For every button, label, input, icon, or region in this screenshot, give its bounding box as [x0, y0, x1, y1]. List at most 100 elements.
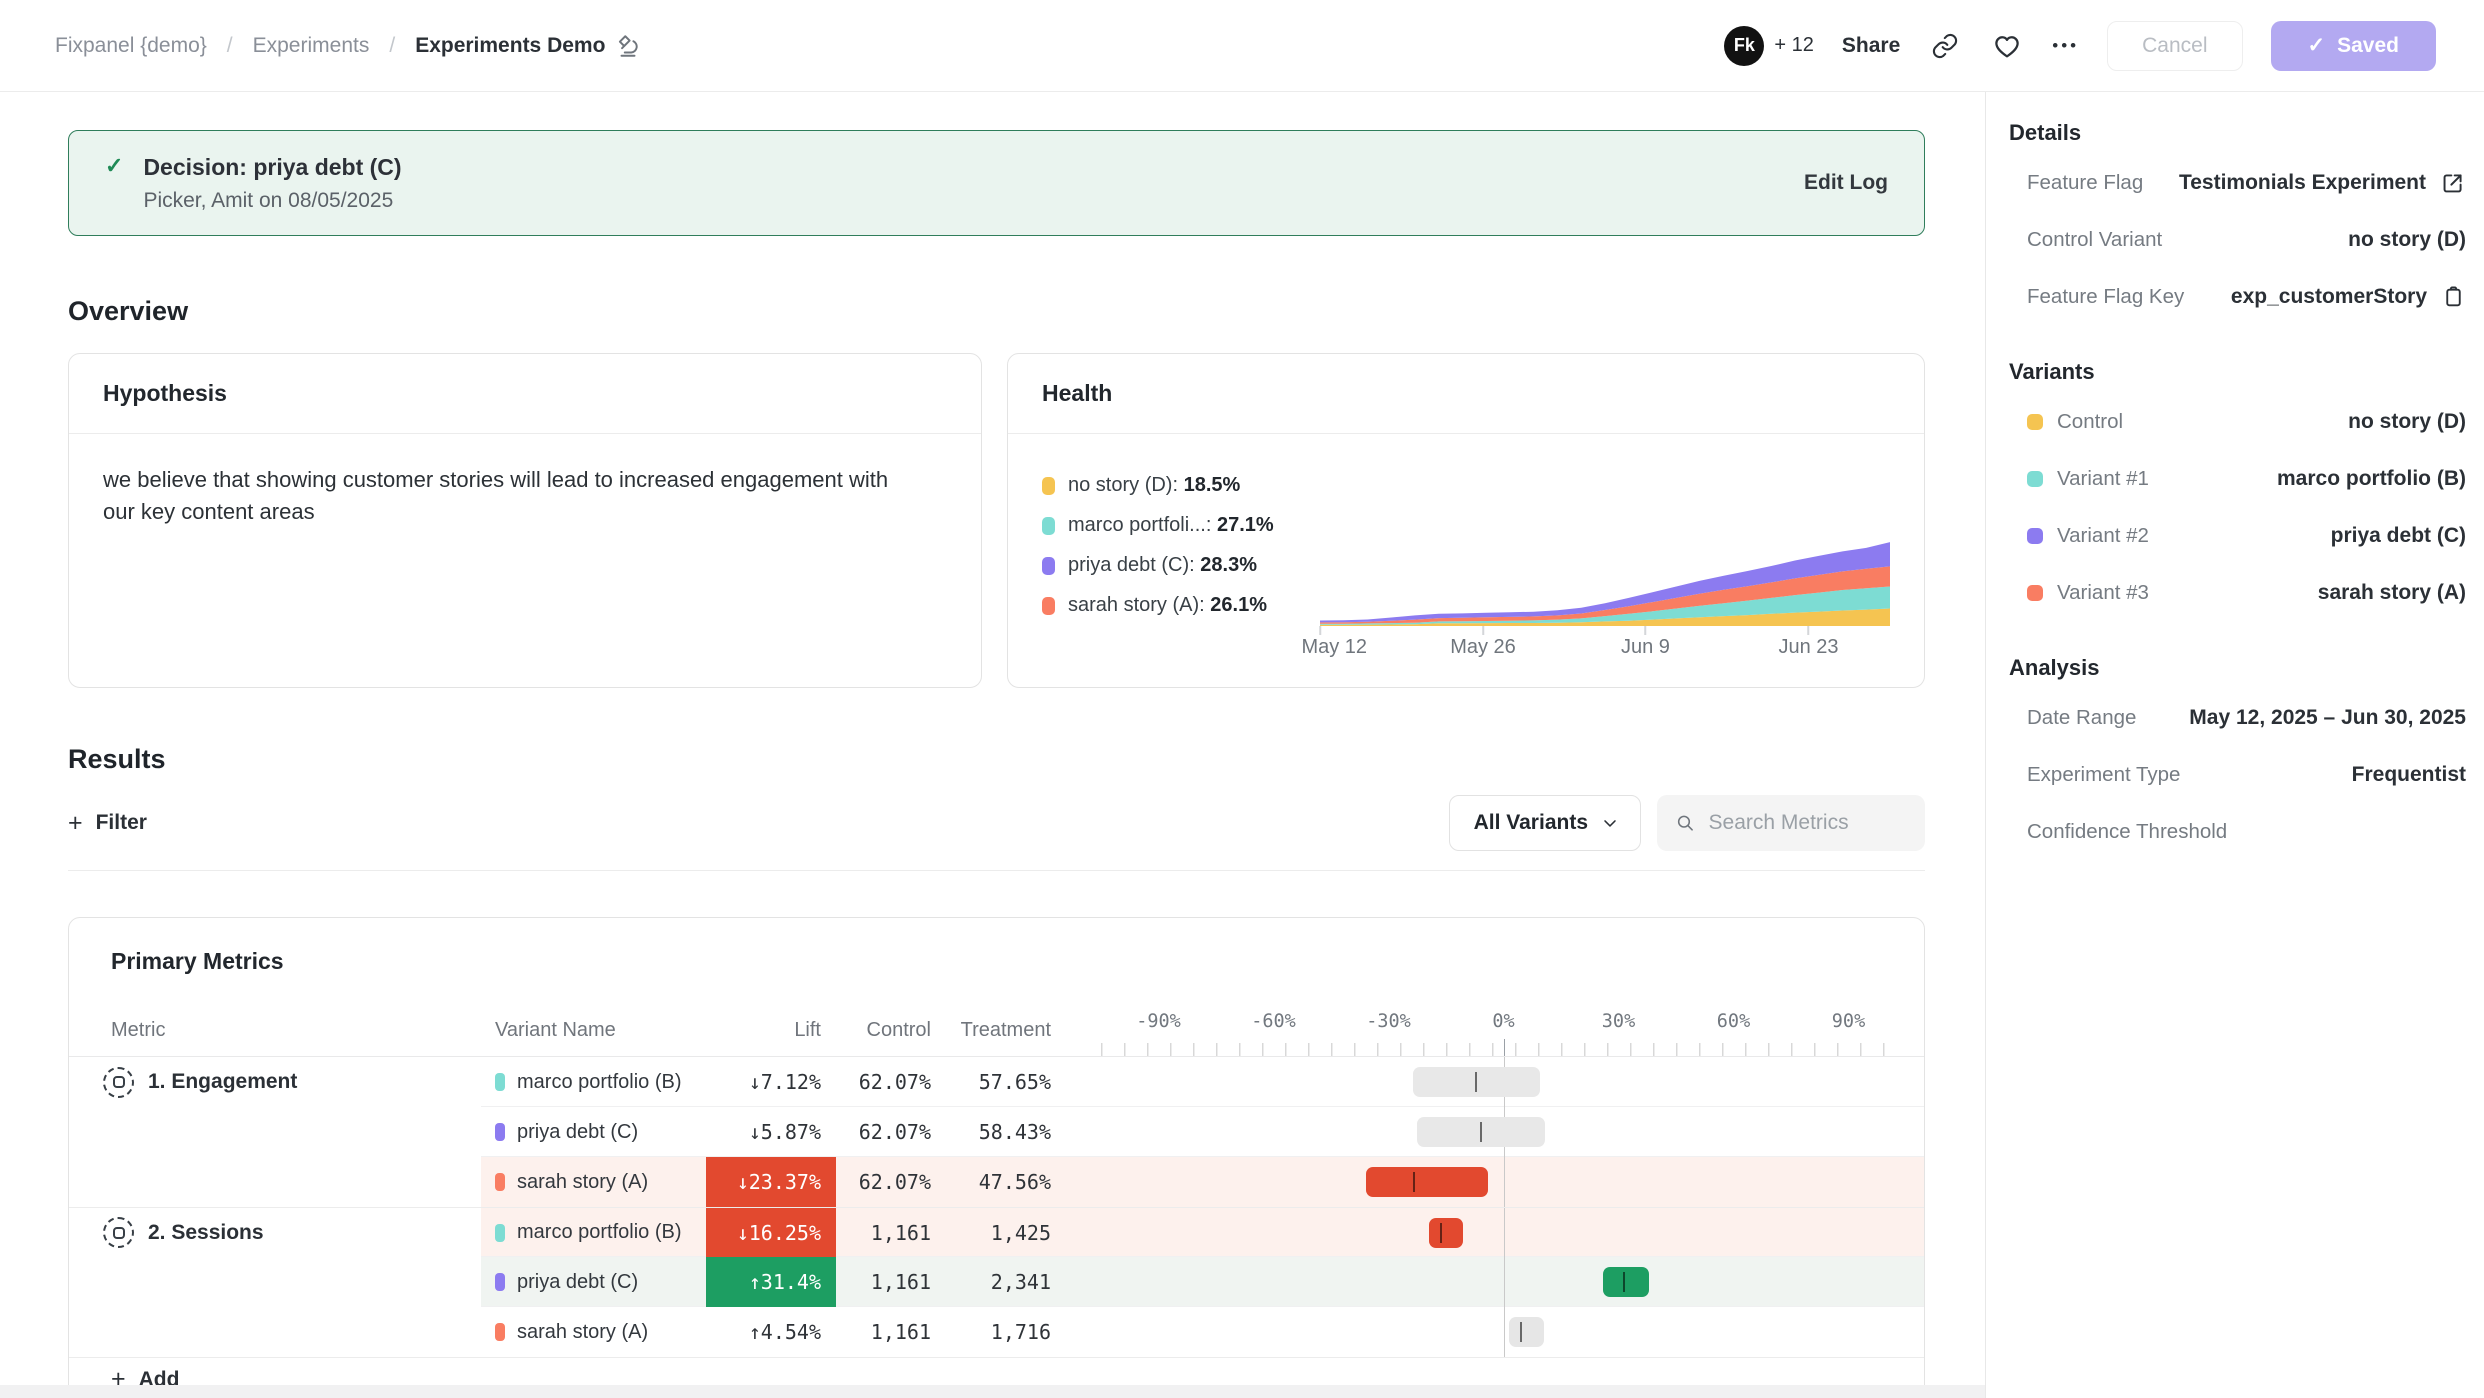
confidence-interval-bar	[1603, 1267, 1649, 1297]
table-row[interactable]: priya debt (C) ↑31.4% 1,161 2,341	[69, 1257, 1924, 1307]
variant-color-dot	[495, 1224, 505, 1242]
copy-button[interactable]	[2441, 284, 2466, 309]
health-stacked-area-chart: May 12May 26Jun 9Jun 23	[1320, 448, 1890, 660]
confidence-interval-bar	[1413, 1067, 1539, 1097]
variant-color-dot	[495, 1173, 505, 1191]
primary-metrics-title: Primary Metrics	[111, 948, 284, 974]
control-value: 1,161	[871, 1221, 931, 1245]
variant-color-dot	[495, 1323, 505, 1341]
breadcrumb-experiments[interactable]: Experiments	[253, 34, 370, 58]
collaborators-count[interactable]: + 12	[1774, 34, 1813, 57]
hypothesis-title: Hypothesis	[103, 380, 227, 406]
axis-tick-label: 90%	[1832, 1011, 1865, 1032]
external-link-icon	[2440, 170, 2466, 196]
axis-tick-label: 60%	[1717, 1011, 1750, 1032]
zero-tick	[1504, 1039, 1506, 1056]
breadcrumb-separator: /	[389, 34, 395, 58]
avatar[interactable]: Fk	[1724, 26, 1764, 66]
lift-marker	[1475, 1072, 1477, 1092]
table-row[interactable]: sarah story (A) ↓23.37% 62.07% 47.56%	[69, 1157, 1924, 1207]
topbar-actions: Fk + 12 Share ••• Cancel ✓ Saved	[1724, 21, 2436, 71]
primary-metrics-card: Primary Metrics Metric Variant Name Lift…	[68, 917, 1925, 1398]
variant-name: priya debt (C)	[517, 1121, 638, 1144]
top-bar: Fixpanel {demo} / Experiments / Experime…	[0, 0, 2484, 92]
confidence-interval-bar	[1429, 1218, 1464, 1248]
treatment-value: 57.65%	[979, 1070, 1051, 1094]
health-chart-svg	[1320, 476, 1890, 626]
details-section: Details Feature Flag Testimonials Experi…	[2009, 120, 2466, 325]
confidence-interval-bar	[1417, 1117, 1544, 1147]
legend-swatch-no-story	[1042, 477, 1055, 495]
treatment-value: 47.56%	[979, 1170, 1051, 1194]
column-header-lift: Lift	[706, 1019, 836, 1042]
variant-name: priya debt (C)	[517, 1271, 638, 1294]
lift-badge-negative: ↓16.25%	[706, 1208, 836, 1257]
lift-value: ↓5.87%	[749, 1120, 821, 1144]
external-link-button[interactable]	[2440, 170, 2466, 196]
x-axis-label: Jun 23	[1778, 636, 1838, 659]
lift-value: ↓16.25%	[737, 1221, 821, 1245]
main-content: ✓ Decision: priya debt (C) Picker, Amit …	[0, 92, 1985, 1398]
lift-badge-negative: ↓23.37%	[706, 1157, 836, 1207]
legend-swatch-sarah	[1042, 597, 1055, 615]
goal-metric-icon	[103, 1067, 134, 1098]
variants-dropdown[interactable]: All Variants	[1449, 795, 1641, 851]
lift-badge-positive: ↑31.4%	[706, 1257, 836, 1307]
variant-color-swatch	[2027, 414, 2043, 430]
metrics-table-header: Metric Variant Name Lift Control Treatme…	[69, 1005, 1924, 1057]
more-menu-button[interactable]: •••	[2052, 36, 2079, 56]
lift-value: ↓7.12%	[749, 1070, 821, 1094]
breadcrumb-project[interactable]: Fixpanel {demo}	[55, 34, 207, 58]
horizontal-scrollbar[interactable]	[0, 1385, 1985, 1398]
search-icon	[1675, 811, 1696, 835]
experiment-dashboard: Fixpanel {demo} / Experiments / Experime…	[0, 0, 2484, 1398]
health-legend: no story (D): 18.5% marco portfoli...: 2…	[1042, 448, 1320, 660]
copy-link-button[interactable]	[1928, 29, 1962, 63]
variant-color-swatch	[2027, 528, 2043, 544]
analysis-row-date-range: Date Range May 12, 2025 – Jun 30, 2025	[2009, 689, 2466, 746]
variant-name: marco portfolio (B)	[517, 1071, 682, 1094]
table-row[interactable]: 1. Engagement marco portfolio (B) ↓7.12%…	[69, 1057, 1924, 1107]
cancel-button[interactable]: Cancel	[2107, 21, 2242, 71]
table-row[interactable]: sarah story (A) ↑4.54% 1,161 1,716	[69, 1307, 1924, 1357]
add-filter-button[interactable]: + Filter	[68, 811, 147, 836]
variant-color-dot	[495, 1273, 505, 1291]
x-axis-label: May 12	[1301, 636, 1367, 659]
x-axis-tick	[1808, 626, 1810, 635]
check-icon: ✓	[105, 153, 123, 179]
confidence-interval-bar	[1509, 1317, 1544, 1347]
share-button[interactable]: Share	[1842, 34, 1900, 58]
hypothesis-text: we believe that showing customer stories…	[69, 434, 939, 558]
column-header-treatment: Treatment	[946, 1019, 1066, 1042]
favorite-button[interactable]	[1990, 29, 2024, 63]
lift-marker	[1413, 1172, 1415, 1192]
check-icon: ✓	[2308, 33, 2326, 58]
legend-item: no story (D): 18.5%	[1042, 474, 1320, 497]
saved-button[interactable]: ✓ Saved	[2271, 21, 2436, 71]
x-axis-tick	[1645, 626, 1647, 635]
legend-item: priya debt (C): 28.3%	[1042, 554, 1320, 577]
detail-row-feature-flag-key: Feature Flag Key exp_customerStory	[2009, 268, 2466, 325]
details-sidebar: Details Feature Flag Testimonials Experi…	[1985, 92, 2484, 1398]
lift-value: ↑31.4%	[749, 1270, 821, 1294]
variant-color-swatch	[2027, 471, 2043, 487]
link-icon	[1931, 32, 1959, 60]
table-row[interactable]: priya debt (C) ↓5.87% 62.07% 58.43%	[69, 1107, 1924, 1157]
decision-text: Decision: priya debt (C) Picker, Amit on…	[143, 154, 401, 213]
variant-name: sarah story (A)	[517, 1171, 648, 1194]
health-title: Health	[1042, 380, 1112, 406]
treatment-value: 1,425	[991, 1221, 1051, 1245]
breadcrumb-current: Experiments Demo	[415, 33, 641, 59]
hypothesis-card: Hypothesis we believe that showing custo…	[68, 353, 982, 688]
axis-tick-label: -60%	[1251, 1011, 1296, 1032]
control-value: 1,161	[871, 1320, 931, 1344]
variants-heading: Variants	[2009, 359, 2466, 385]
table-row[interactable]: 2. Sessions marco portfolio (B) ↓16.25% …	[69, 1207, 1924, 1257]
saved-label: Saved	[2337, 34, 2399, 58]
edit-log-button[interactable]: Edit Log	[1804, 171, 1888, 195]
search-metrics-input[interactable]	[1709, 811, 1907, 835]
treatment-value: 1,716	[991, 1320, 1051, 1344]
control-value: 62.07%	[859, 1120, 931, 1144]
details-heading: Details	[2009, 120, 2466, 146]
legend-swatch-marco	[1042, 517, 1055, 535]
